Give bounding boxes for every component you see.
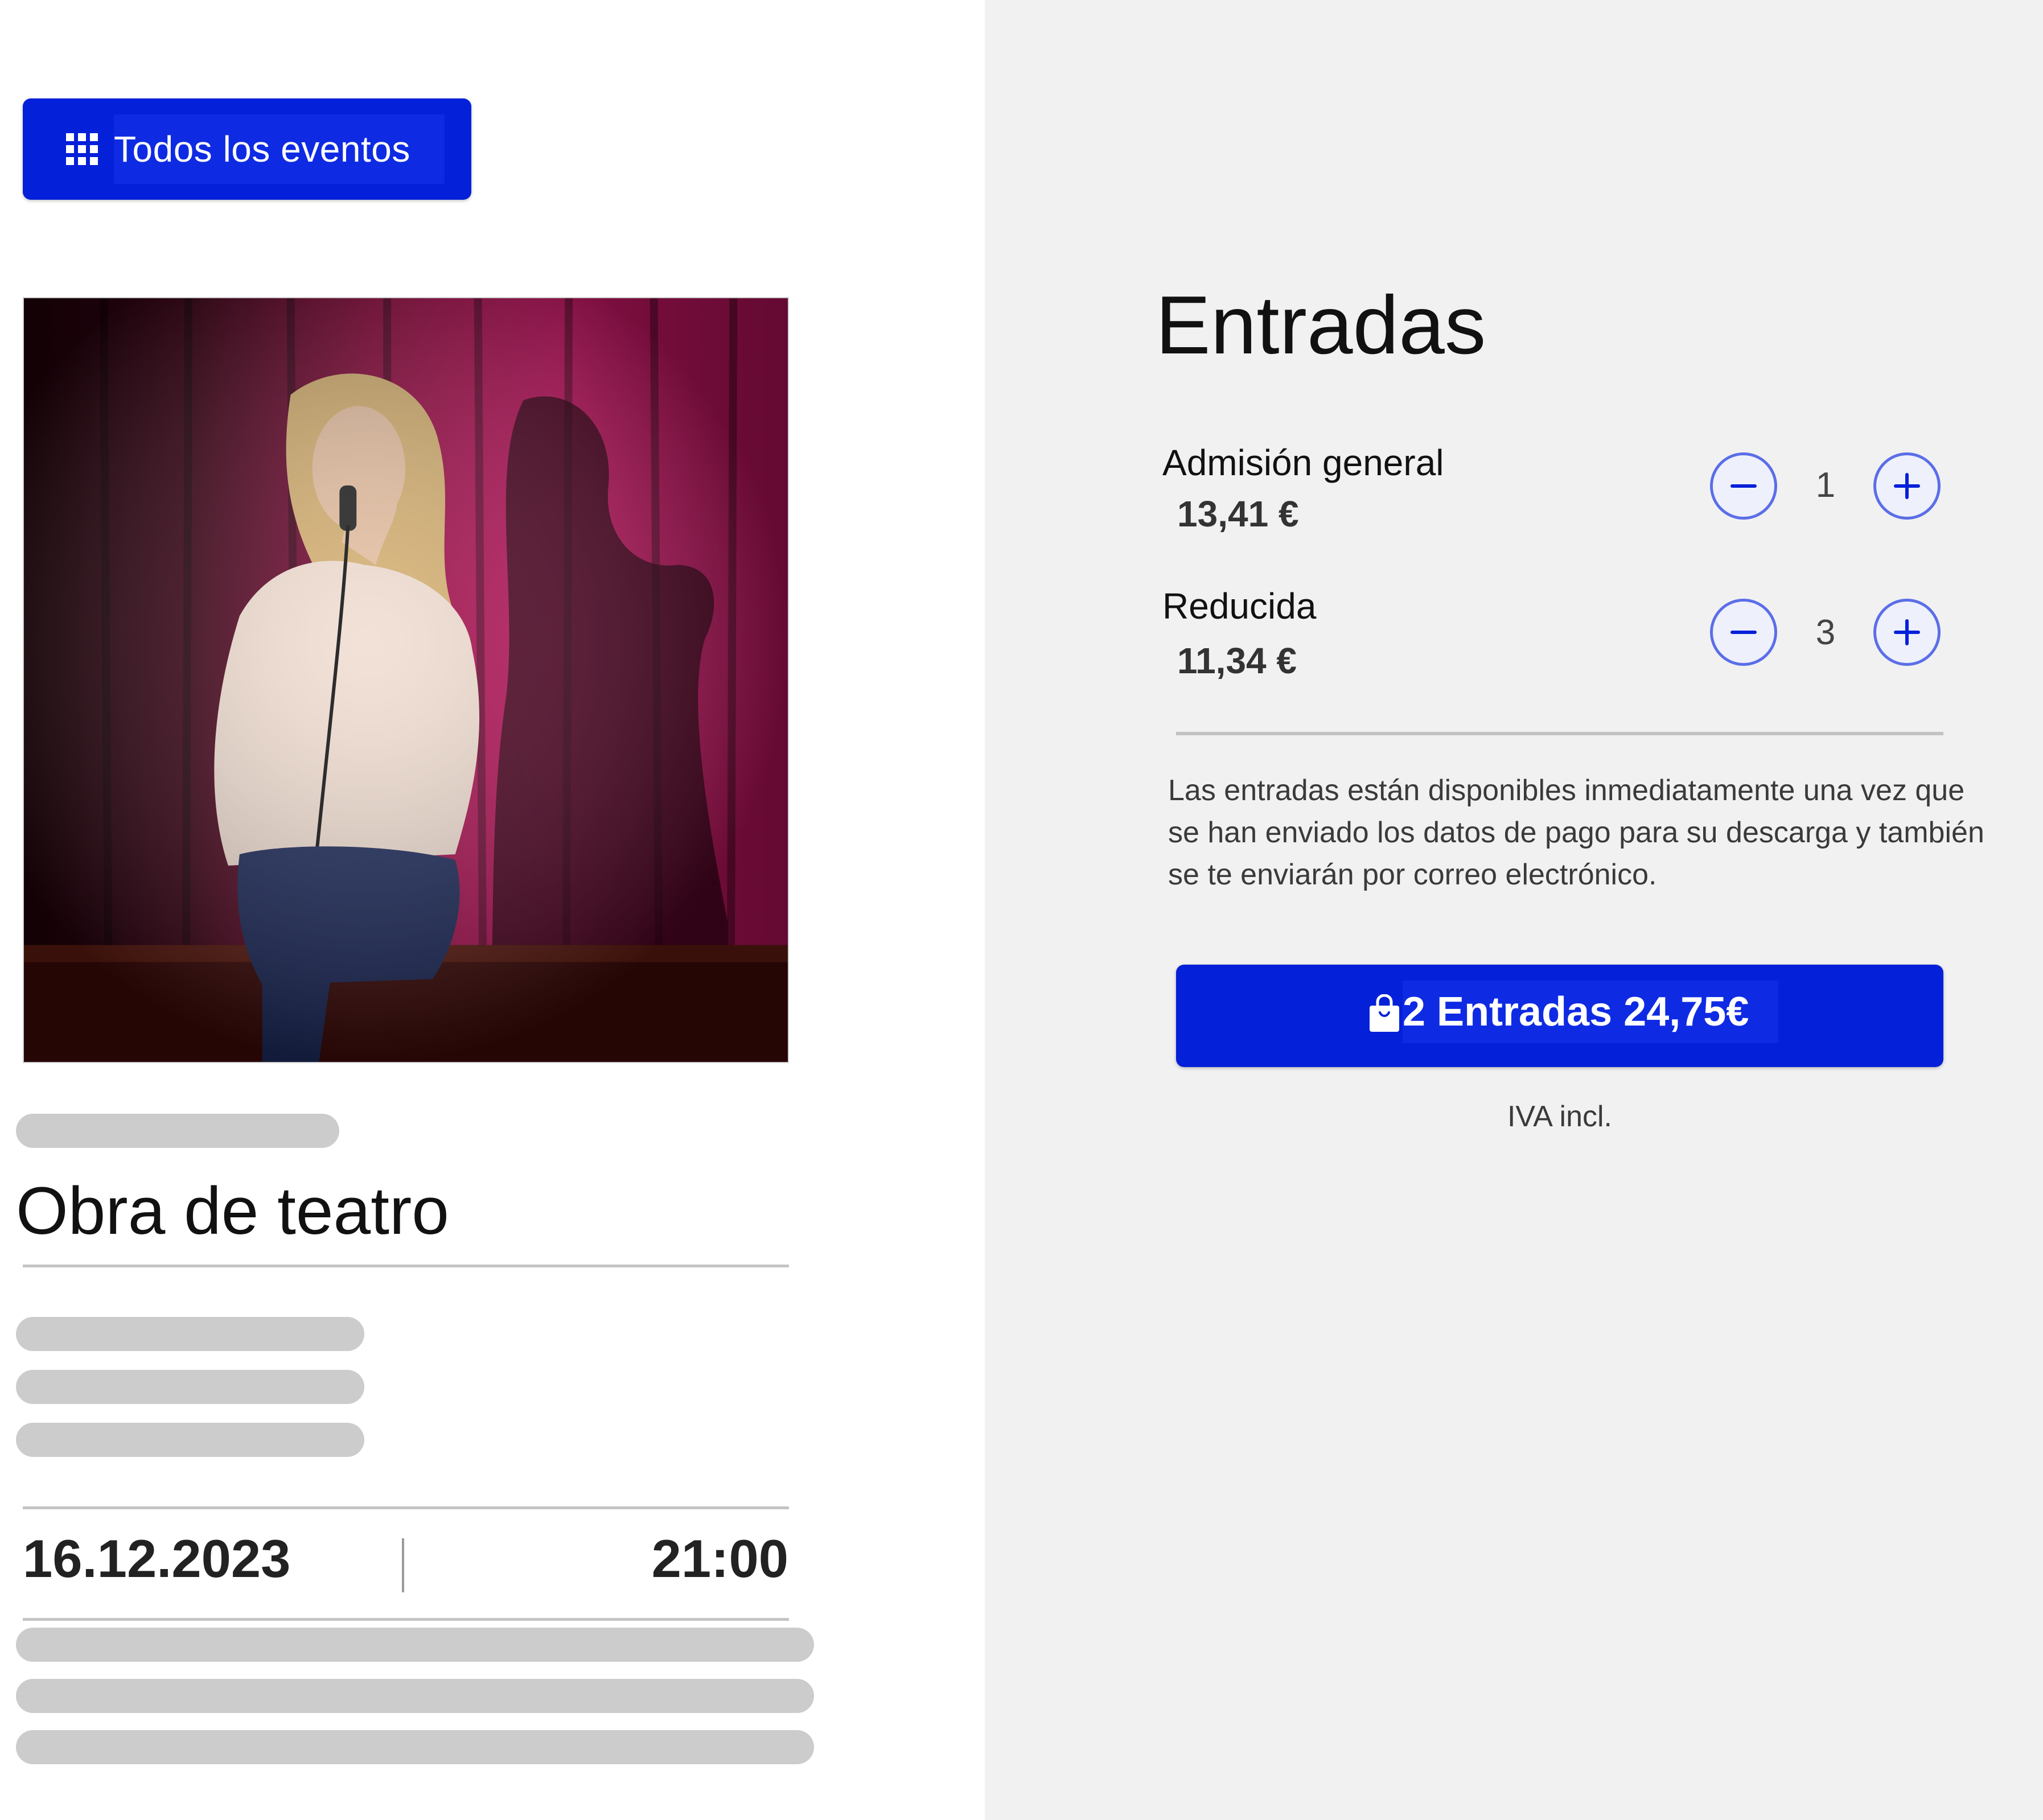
plus-icon (1894, 619, 1920, 645)
placeholder-line (16, 1423, 364, 1457)
plus-icon (1894, 473, 1920, 499)
all-events-button[interactable]: Todos los eventos (23, 98, 471, 200)
date-time-separator (402, 1538, 404, 1592)
all-events-label: Todos los eventos (114, 114, 445, 184)
increase-quantity-button[interactable] (1873, 599, 1941, 666)
minus-icon (1730, 631, 1757, 634)
placeholder-line (16, 1730, 814, 1764)
event-time: 21:00 (651, 1529, 788, 1588)
placeholder-line (16, 1679, 814, 1713)
ticket-name: Admisión general (1162, 442, 1444, 483)
tickets-panel (985, 0, 2043, 1820)
divider (23, 1506, 789, 1509)
divider (1176, 732, 1943, 735)
increase-quantity-button[interactable] (1873, 452, 1941, 520)
ticket-price: 11,34 € (1177, 640, 1297, 681)
ticket-name: Reducida (1162, 586, 1317, 627)
ticket-price: 13,41 € (1177, 493, 1299, 534)
placeholder-line (16, 1114, 339, 1148)
minus-icon (1730, 484, 1757, 488)
buy-tickets-button[interactable]: 2 Entradas 24,75€ (1176, 965, 1943, 1067)
decrease-quantity-button[interactable] (1710, 599, 1777, 666)
tax-note: IVA incl. (1507, 1100, 1612, 1133)
shopping-bag-icon (1370, 994, 1399, 1032)
event-details-column: Todos los eventos Obra de teatro 16.12.2… (0, 0, 985, 1820)
event-title: Obra de teatro (16, 1173, 449, 1249)
quantity-value: 1 (1815, 466, 1836, 505)
placeholder-line (16, 1628, 814, 1662)
placeholder-line (16, 1317, 364, 1351)
quantity-value: 3 (1815, 613, 1836, 652)
grid-icon (66, 133, 98, 165)
buy-button-label: 2 Entradas 24,75€ (1403, 981, 1779, 1043)
event-date: 16.12.2023 (23, 1529, 291, 1588)
decrease-quantity-button[interactable] (1710, 452, 1777, 520)
divider (23, 1265, 789, 1267)
tickets-title: Entradas (1156, 279, 1486, 371)
event-image (23, 297, 789, 1063)
placeholder-line (16, 1370, 364, 1404)
tickets-info-text: Las entradas están disponibles inmediata… (1168, 774, 1984, 891)
divider (23, 1618, 789, 1621)
